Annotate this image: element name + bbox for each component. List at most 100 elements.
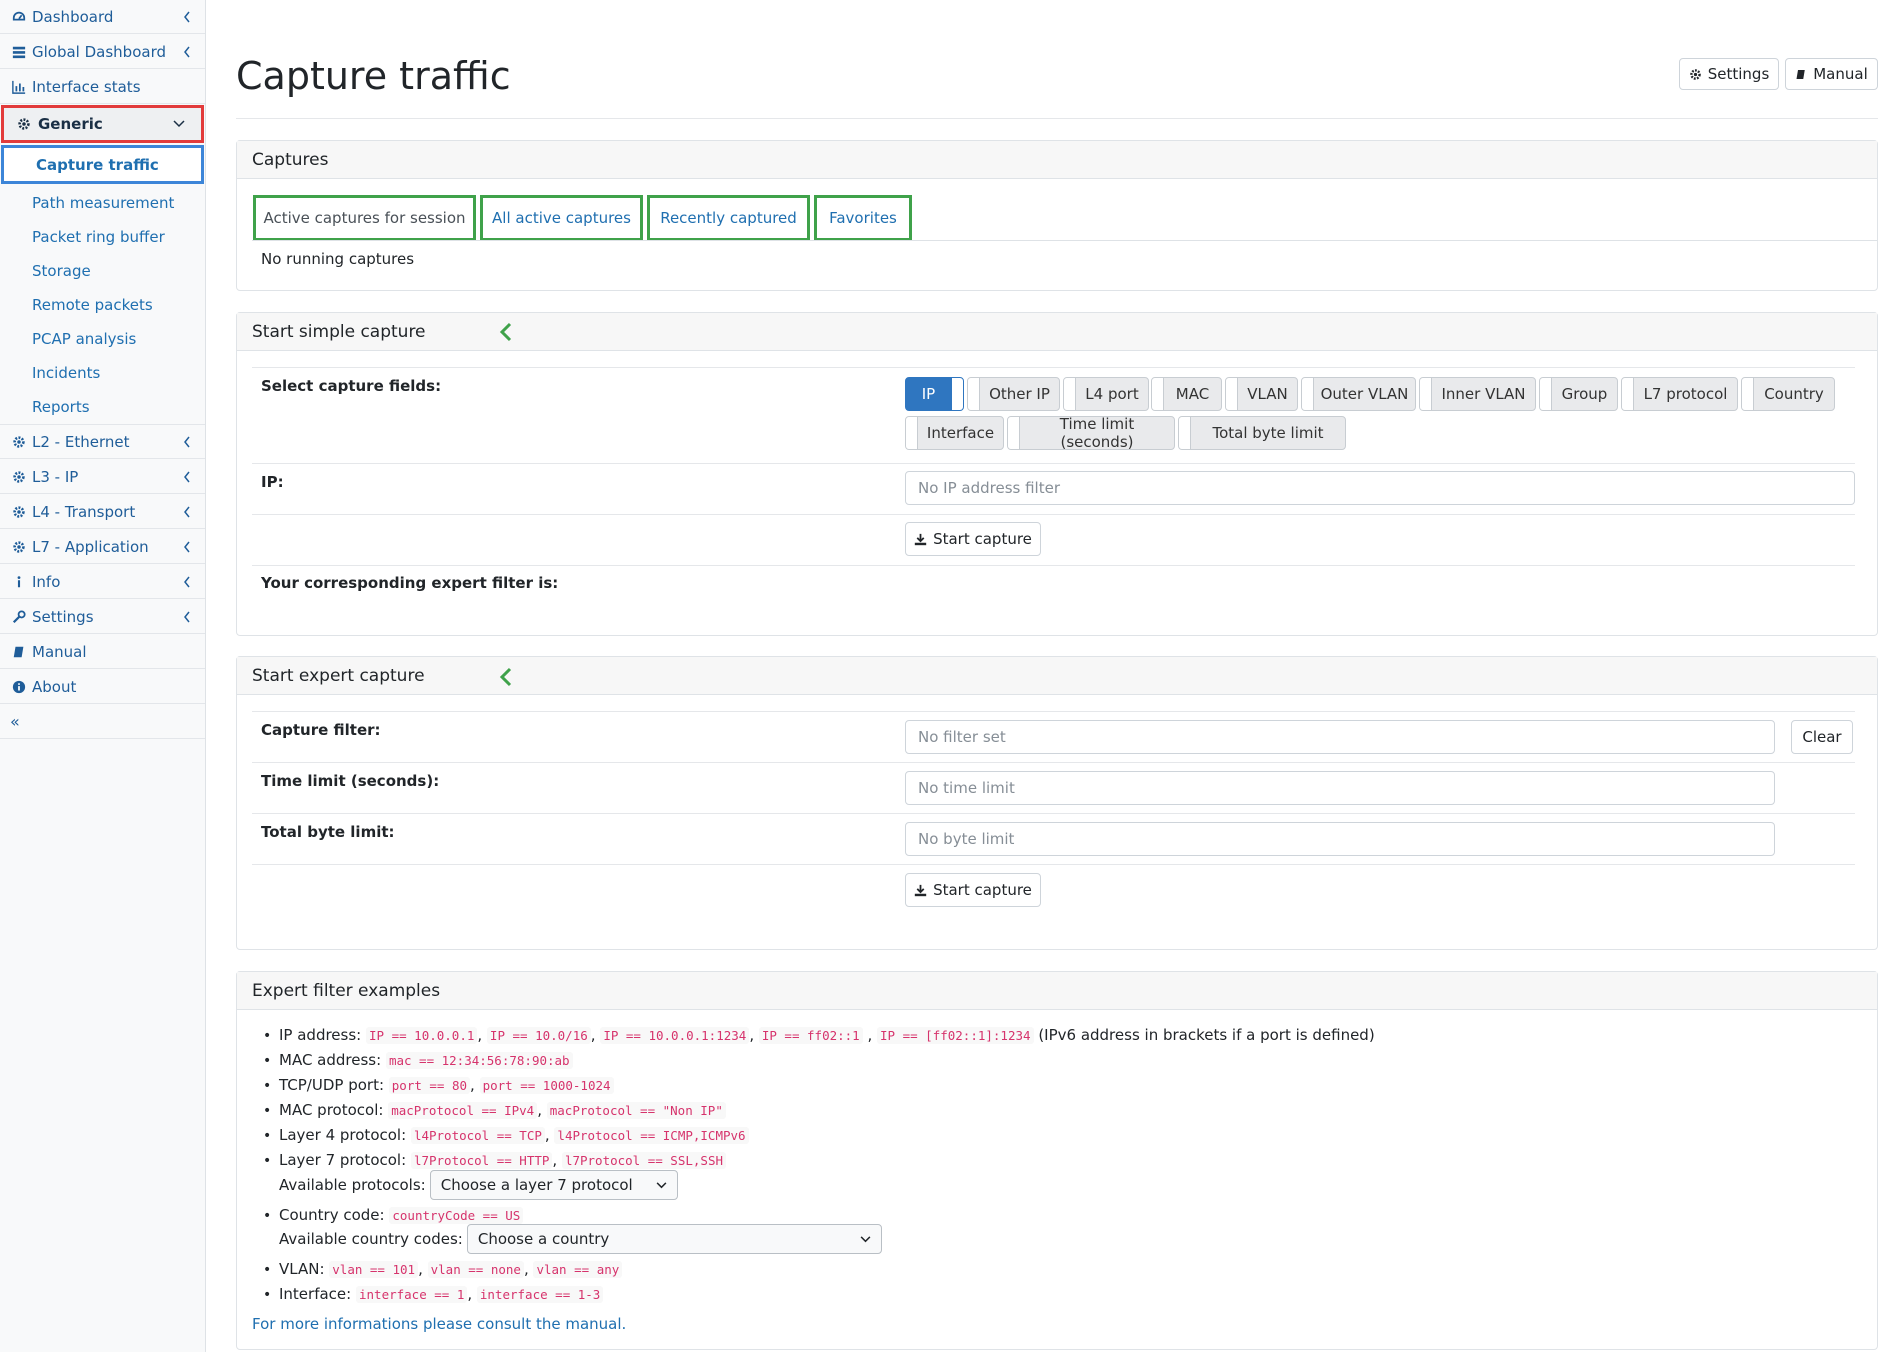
country-select[interactable]: Choose a country — [466, 1224, 882, 1254]
gear-icon — [13, 470, 25, 483]
chevron-left-icon — [184, 471, 190, 482]
code-snippet: l4Protocol == ICMP,ICMPv6 — [554, 1126, 749, 1144]
sidebar-item-path-measurement[interactable]: Path measurement — [32, 194, 174, 212]
available-countries-row: Available country codes: Choose a countr… — [279, 1224, 882, 1254]
time-limit-input[interactable] — [905, 771, 1775, 805]
settings-button-label: Settings — [1707, 65, 1770, 83]
code-snippet: vlan == none — [427, 1260, 524, 1278]
sidebar-item-remote-packets[interactable]: Remote packets — [32, 296, 153, 314]
tab-active-captures-for-session[interactable]: Active captures for session — [253, 195, 476, 241]
field-toggle-label: MAC — [1175, 385, 1210, 403]
field-toggle-group[interactable]: Group — [1539, 377, 1618, 411]
sidebar-item-interface-stats[interactable]: Interface stats — [0, 70, 205, 104]
simple-start-capture-button[interactable]: Start capture — [905, 522, 1041, 556]
bullet: • — [263, 1078, 272, 1094]
chevron-left-icon — [184, 611, 190, 622]
sidebar-item-reports[interactable]: Reports — [32, 398, 90, 416]
gear-icon — [18, 118, 30, 130]
sidebar-item-about[interactable]: About — [0, 670, 205, 704]
info-icon — [17, 575, 21, 587]
sidebar-item-global-dashboard[interactable]: Global Dashboard — [0, 35, 205, 69]
sidebar-item-pcap-analysis[interactable]: PCAP analysis — [32, 330, 136, 348]
sidebar-item-label: About — [32, 677, 77, 696]
example-l4-protocol: • Layer 4 protocol: l4Protocol == TCP, l… — [263, 1126, 749, 1144]
sidebar-item-settings[interactable]: Settings — [0, 600, 205, 634]
sidebar-item-label: Settings — [32, 607, 94, 626]
capture-filter-input[interactable] — [905, 720, 1775, 754]
sidebar-item-generic[interactable]: Generic — [1, 105, 204, 143]
field-toggle-ip[interactable]: IP — [905, 377, 964, 411]
field-toggle-other-ip[interactable]: Other IP — [967, 377, 1060, 411]
tab-label: Favorites — [829, 209, 897, 227]
row-divider — [252, 367, 1855, 368]
sidebar-item-capture-traffic[interactable]: Capture traffic — [1, 145, 204, 184]
expert-filter-label: Your corresponding expert filter is: — [261, 574, 559, 592]
row-divider — [252, 813, 1855, 814]
code-snippet: IP == ff02::1 — [758, 1026, 863, 1044]
time-limit-label: Time limit (seconds): — [261, 772, 440, 790]
sidebar-item-packet-ring-buffer[interactable]: Packet ring buffer — [32, 228, 165, 246]
field-toggle-interface[interactable]: Interface — [905, 416, 1004, 450]
field-toggle-vlan[interactable]: VLAN — [1225, 377, 1298, 411]
field-toggle-label: Inner VLAN — [1441, 385, 1526, 403]
manual-button[interactable]: Manual — [1785, 58, 1878, 90]
tab-favorites[interactable]: Favorites — [814, 195, 912, 241]
sidebar-item-l2-ethernet[interactable]: L2 - Ethernet — [0, 425, 205, 459]
sidebar-item-label: Generic — [38, 115, 103, 133]
toggle-knob — [968, 378, 980, 410]
clear-button[interactable]: Clear — [1791, 720, 1853, 754]
settings-button[interactable]: Settings — [1679, 58, 1779, 90]
example-label: MAC address: — [279, 1051, 382, 1069]
field-toggle-l4-port[interactable]: L4 port — [1063, 377, 1149, 411]
row-divider — [252, 463, 1855, 464]
gear-icon — [13, 505, 25, 518]
bullet: • — [263, 1128, 272, 1144]
code-snippet: l7Protocol == SSL,SSH — [561, 1151, 726, 1169]
field-toggle-l7-protocol[interactable]: L7 protocol — [1621, 377, 1738, 411]
expert-start-capture-button[interactable]: Start capture — [905, 873, 1041, 907]
sidebar-item-storage[interactable]: Storage — [32, 262, 91, 280]
available-countries-label: Available country codes: — [279, 1230, 463, 1248]
field-toggle-inner-vlan[interactable]: Inner VLAN — [1419, 377, 1536, 411]
field-toggle-mac[interactable]: MAC — [1151, 377, 1222, 411]
chevron-left-icon — [184, 11, 190, 22]
collapse-chevron-icon[interactable] — [499, 322, 513, 342]
toggle-knob — [1420, 378, 1432, 410]
sidebar-item-l4-transport[interactable]: L4 - Transport — [0, 495, 205, 529]
available-protocols-row: Available protocols: Choose a layer 7 pr… — [279, 1170, 678, 1200]
sidebar-item-dashboard[interactable]: Dashboard — [0, 0, 205, 34]
sidebar-item-l3-ip[interactable]: L3 - IP — [0, 460, 205, 494]
sidebar-item-label: Interface stats — [32, 77, 141, 96]
toggle-knob — [1540, 378, 1552, 410]
tab-recently-captured[interactable]: Recently captured — [647, 195, 810, 241]
field-toggle-outer-vlan[interactable]: Outer VLAN — [1301, 377, 1416, 411]
book-icon — [1796, 69, 1805, 79]
field-toggle-total-byte-limit[interactable]: Total byte limit — [1178, 416, 1346, 450]
example-label: Layer 4 protocol: — [279, 1126, 407, 1144]
download-icon — [914, 884, 927, 896]
sidebar-item-incidents[interactable]: Incidents — [32, 364, 100, 382]
start-capture-label: Start capture — [933, 881, 1032, 899]
field-toggle-time-limit[interactable]: Time limit (seconds) — [1007, 415, 1175, 451]
layer7-protocol-select[interactable]: Choose a layer 7 protocol — [429, 1170, 678, 1200]
chevron-left-icon — [184, 541, 190, 552]
total-byte-limit-input[interactable] — [905, 822, 1775, 856]
example-country: • Country code: countryCode == US — [263, 1206, 524, 1224]
sidebar-collapse-toggle[interactable]: « — [0, 705, 205, 739]
tab-all-active-captures[interactable]: All active captures — [480, 195, 643, 241]
bullet: • — [263, 1028, 272, 1044]
sidebar-item-l7-application[interactable]: L7 - Application — [0, 530, 205, 564]
ip-filter-input[interactable] — [905, 471, 1855, 505]
bar-chart-icon — [12, 80, 26, 94]
sidebar-item-info[interactable]: Info — [0, 565, 205, 599]
field-toggle-label: L4 port — [1085, 385, 1139, 403]
code-snippet: countryCode == US — [389, 1206, 524, 1224]
code-snippet: vlan == 101 — [329, 1260, 419, 1278]
sidebar-item-manual[interactable]: Manual — [0, 635, 205, 669]
example-port: • TCP/UDP port: port == 80, port == 1000… — [263, 1076, 614, 1094]
collapse-chevron-icon[interactable] — [499, 667, 513, 687]
example-l7-protocol: • Layer 7 protocol: l7Protocol == HTTP, … — [263, 1151, 726, 1169]
field-toggle-country[interactable]: Country — [1741, 377, 1835, 411]
manual-link[interactable]: For more informations please consult the… — [252, 1315, 626, 1333]
sidebar-item-label: L7 - Application — [32, 537, 149, 556]
